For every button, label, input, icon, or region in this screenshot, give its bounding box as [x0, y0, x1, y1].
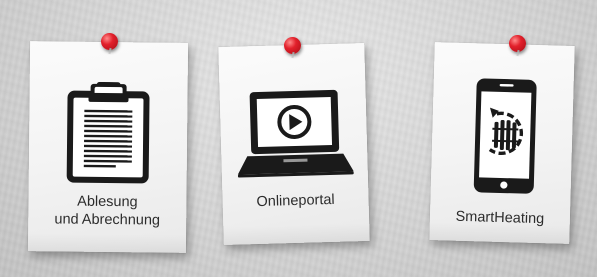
smartphone-radiator-icon: [473, 78, 537, 194]
card-onlineportal[interactable]: Onlineportal: [218, 43, 370, 245]
laptop-play-icon: [237, 89, 354, 178]
card-label: SmartHeating: [430, 207, 570, 229]
card-ablesung[interactable]: Ablesung und Abrechnung: [27, 41, 189, 253]
clipboard-icon: [66, 81, 150, 184]
pushpin-icon: [101, 33, 118, 50]
card-label-line: und Abrechnung: [54, 211, 161, 229]
card-label-line: Ablesung: [77, 193, 138, 211]
card-label: Onlineportal: [222, 190, 368, 212]
card-smartheating[interactable]: SmartHeating: [429, 42, 575, 244]
pushpin-icon: [284, 37, 301, 54]
card-label-line: Onlineportal: [256, 191, 335, 211]
card-label: Ablesung und Abrechnung: [28, 192, 186, 230]
pushpin-icon: [509, 35, 526, 52]
card-label-line: SmartHeating: [455, 208, 545, 228]
